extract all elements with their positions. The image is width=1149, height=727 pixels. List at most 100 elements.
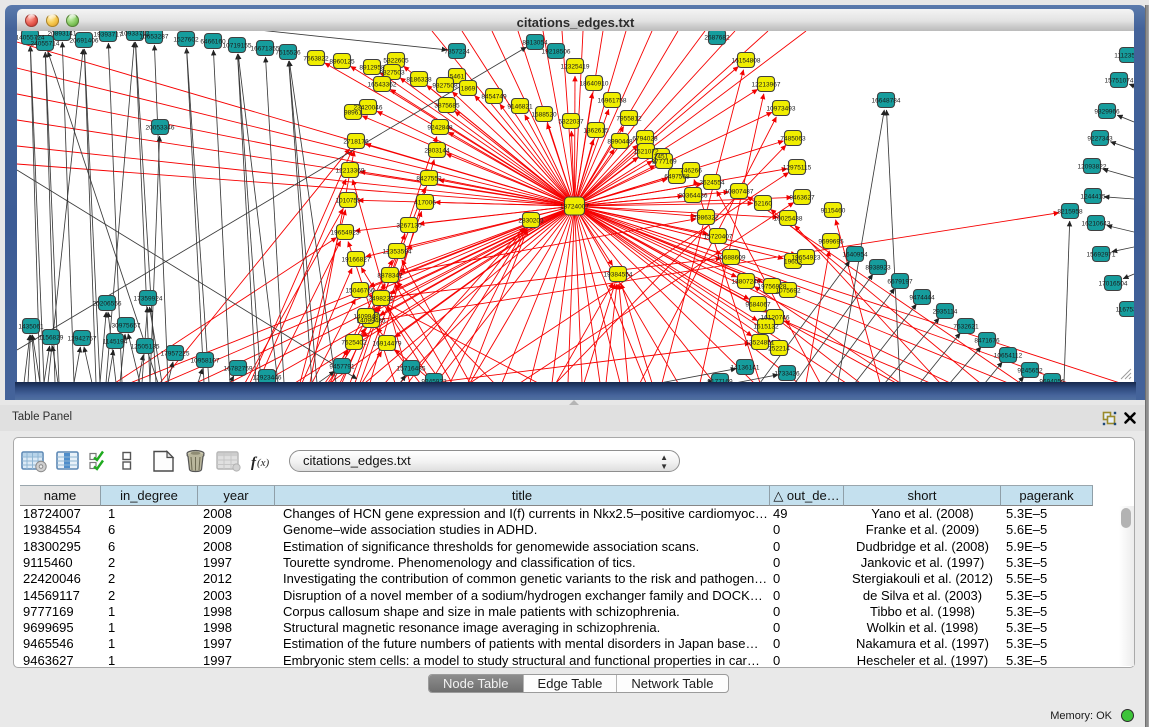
- svg-text:9227343: 9227343: [1087, 136, 1113, 143]
- svg-text:8186328: 8186328: [406, 77, 432, 84]
- svg-text:8990448: 8990448: [607, 139, 633, 146]
- svg-text:16648784: 16648784: [872, 98, 901, 105]
- svg-text:9777169: 9777169: [651, 159, 677, 166]
- svg-text:10719155: 10719155: [223, 43, 252, 50]
- svg-text:1167533: 1167533: [1116, 307, 1134, 314]
- svg-text:10807487: 10807487: [725, 189, 754, 196]
- svg-text:9694056: 9694056: [1039, 379, 1065, 383]
- svg-text:1244415: 1244415: [1080, 194, 1106, 201]
- svg-text:417006: 417006: [414, 200, 436, 207]
- svg-text:62160: 62160: [754, 201, 772, 208]
- svg-text:8215958: 8215958: [1057, 209, 1083, 216]
- svg-text:5461: 5461: [450, 74, 465, 81]
- svg-text:19654923: 19654923: [792, 255, 821, 262]
- svg-text:9177169: 9177169: [707, 379, 733, 383]
- svg-text:8471676: 8471676: [974, 338, 1000, 345]
- svg-text:2803144: 2803144: [424, 148, 450, 155]
- svg-text:10958107: 10958107: [191, 358, 220, 365]
- svg-text:1733426: 1733426: [774, 371, 800, 378]
- svg-text:746266: 746266: [680, 168, 702, 175]
- svg-text:1869: 1869: [461, 86, 476, 93]
- svg-text:12213967: 12213967: [752, 82, 781, 89]
- svg-text:1588520: 1588520: [531, 112, 557, 119]
- svg-text:16961758: 16961758: [598, 98, 627, 105]
- svg-text:3267130: 3267130: [396, 223, 422, 230]
- svg-text:19654923: 19654923: [331, 230, 360, 237]
- svg-text:10973493: 10973493: [767, 106, 796, 113]
- svg-text:3624554: 3624554: [699, 180, 725, 187]
- svg-text:(x): (x): [257, 457, 270, 469]
- svg-text:10688609: 10688609: [717, 255, 746, 262]
- svg-text:19218506: 19218506: [542, 49, 571, 56]
- svg-text:9245923: 9245923: [421, 379, 447, 383]
- svg-text:10653287: 10653287: [140, 34, 169, 41]
- svg-text:7357224: 7357224: [444, 49, 470, 56]
- svg-text:11123511: 11123511: [1114, 53, 1134, 60]
- svg-text:8960125: 8960125: [329, 59, 355, 66]
- svg-text:7955812: 7955812: [616, 116, 642, 123]
- svg-text:12923446: 12923446: [253, 375, 282, 382]
- svg-text:19166827: 19166827: [342, 257, 371, 264]
- svg-text:1156829: 1156829: [39, 335, 64, 342]
- svg-text:9474444: 9474444: [909, 295, 935, 302]
- svg-text:2687682: 2687682: [704, 35, 730, 42]
- svg-text:1075692: 1075692: [775, 288, 801, 295]
- svg-text:17359924: 17359924: [134, 296, 163, 303]
- svg-text:20206556: 20206556: [93, 301, 122, 308]
- svg-text:1435061: 1435061: [18, 324, 44, 331]
- svg-text:16154808: 16154808: [732, 58, 761, 65]
- svg-text:10654112: 10654112: [994, 353, 1023, 360]
- svg-text:16210643: 16210643: [1082, 221, 1111, 228]
- svg-text:9329966: 9329966: [1094, 109, 1120, 116]
- svg-text:98961: 98961: [344, 110, 362, 117]
- svg-text:12325419: 12325419: [561, 64, 590, 71]
- svg-text:9457791: 9457791: [329, 364, 355, 371]
- svg-text:20364436: 20364436: [679, 193, 708, 200]
- svg-text:8813054: 8813054: [522, 40, 548, 47]
- svg-text:17957225: 17957225: [161, 351, 190, 358]
- svg-text:16782759: 16782759: [224, 366, 253, 373]
- svg-text:1615132: 1615132: [753, 324, 779, 331]
- svg-text:5322605: 5322605: [383, 58, 409, 65]
- svg-text:6679197: 6679197: [887, 279, 913, 286]
- svg-text:15720407: 15720407: [704, 234, 733, 241]
- svg-text:252214: 252214: [768, 346, 790, 353]
- svg-text:16543362: 16543362: [368, 82, 397, 89]
- svg-text:24055714: 24055714: [31, 41, 60, 48]
- svg-text:17016504: 17016504: [1099, 281, 1128, 288]
- svg-text:7632621: 7632621: [953, 324, 979, 331]
- svg-text:7515526: 7515526: [275, 50, 301, 57]
- svg-text:1145194: 1145194: [103, 339, 128, 346]
- svg-text:8454749: 8454749: [481, 94, 507, 101]
- svg-text:2935114: 2935114: [933, 309, 958, 316]
- svg-text:20691406: 20691406: [70, 38, 99, 45]
- svg-text:9245652: 9245652: [1017, 368, 1043, 375]
- svg-text:18640910: 18640910: [580, 81, 609, 88]
- svg-text:1640954: 1640954: [842, 252, 868, 259]
- svg-text:1527602: 1527602: [173, 37, 199, 44]
- svg-text:18807249: 18807249: [732, 279, 761, 286]
- svg-text:3498222: 3498222: [368, 296, 394, 303]
- svg-text:7986322: 7986322: [693, 215, 719, 222]
- svg-text:12353594: 12353594: [383, 249, 412, 256]
- svg-text:18724007: 18724007: [560, 204, 589, 211]
- svg-text:8938923: 8938923: [865, 265, 891, 272]
- svg-text:14136141: 14136141: [731, 365, 760, 372]
- svg-text:12213369: 12213369: [336, 168, 365, 175]
- svg-text:1362615: 1362615: [583, 128, 609, 135]
- svg-text:7485063: 7485063: [780, 136, 806, 143]
- svg-text:19393717: 19393717: [94, 32, 123, 39]
- svg-text:9463627: 9463627: [789, 195, 815, 202]
- svg-text:9699695: 9699695: [818, 239, 844, 246]
- svg-text:12505135: 12505135: [131, 344, 160, 351]
- svg-text:16914479: 16914479: [373, 341, 402, 348]
- svg-text:9327508: 9327508: [432, 83, 458, 90]
- svg-text:9242848: 9242848: [427, 125, 453, 132]
- svg-text:9146821: 9146821: [507, 104, 533, 111]
- svg-text:6497568: 6497568: [664, 174, 690, 181]
- svg-text:15716485: 15716485: [397, 366, 426, 373]
- svg-text:5322037: 5322037: [558, 119, 584, 126]
- svg-text:7625402: 7625402: [341, 340, 367, 347]
- svg-text:16120746: 16120746: [761, 315, 790, 322]
- svg-text:9684067: 9684067: [745, 302, 771, 309]
